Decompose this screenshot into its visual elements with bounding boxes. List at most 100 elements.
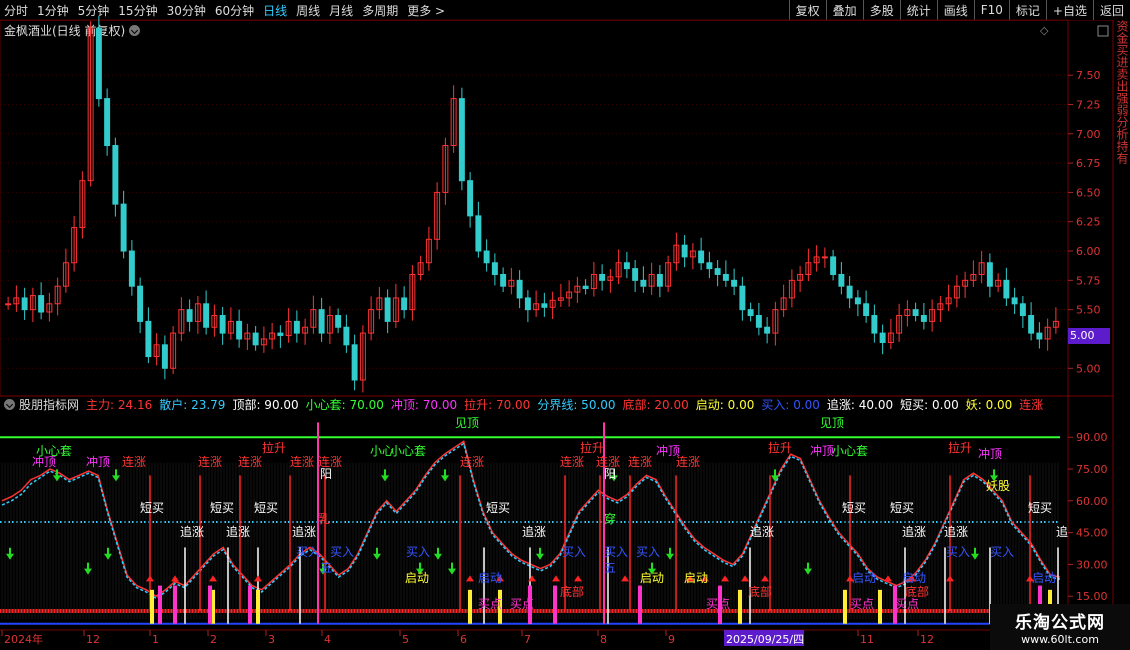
candle-body <box>128 250 135 287</box>
candle-body <box>335 315 342 328</box>
signal-label: 追涨 <box>902 524 926 539</box>
indicator-legend-item: 短买: 0.00 <box>900 397 959 412</box>
candle-body <box>830 256 837 275</box>
candle-body <box>318 309 325 334</box>
candle-body <box>236 320 243 340</box>
indicator-tick-label: 30.00 <box>1076 558 1108 571</box>
signal-label: 启动 <box>1032 571 1056 585</box>
price-tick-label: 7.50 <box>1076 69 1101 82</box>
candle-body <box>491 262 498 275</box>
candle-body <box>516 279 523 299</box>
candle-body <box>698 250 705 264</box>
signal-label: 阳 <box>604 467 616 481</box>
candle-body <box>640 279 647 287</box>
indicator-legend-item: 拉升: 70.00 <box>464 397 531 412</box>
candle-body <box>656 273 663 287</box>
indicator-legend-item: 连涨 <box>1019 397 1044 412</box>
signal-label: 五 <box>604 561 616 575</box>
signal-label: 拉升 <box>948 440 972 455</box>
signal-label: 底部 <box>905 584 929 599</box>
signal-label: 短买 <box>890 501 914 515</box>
price-candlestick-chart[interactable]: ◇7.507.257.006.756.506.256.005.755.505.2… <box>0 0 1130 650</box>
green-down-arrow-icon <box>971 547 979 560</box>
x-tick-label: 4 <box>324 633 331 646</box>
signal-label: 底部 <box>560 584 584 599</box>
signal-label: 连涨 <box>122 454 146 469</box>
red-up-arrow-icon <box>171 575 179 582</box>
candle-body <box>623 262 630 270</box>
diamond-icon: ◇ <box>1040 24 1049 37</box>
x-tick-label: 2 <box>210 633 217 646</box>
candle-body <box>747 309 754 317</box>
x-tick-label: 3 <box>268 633 275 646</box>
signal-bar <box>878 589 882 624</box>
x-tick-label: 6 <box>460 633 467 646</box>
red-up-arrow-icon <box>761 575 769 582</box>
candle-body <box>879 332 886 343</box>
signal-label: 买点 <box>850 597 874 611</box>
signal-label: 乳 <box>318 512 330 526</box>
signal-label: 追涨 <box>180 524 204 539</box>
candle-body <box>524 297 531 311</box>
candle-body <box>500 273 507 287</box>
indicator-legend-item: 分界线: 50.00 <box>537 397 616 412</box>
chevron-down-icon[interactable] <box>4 398 15 410</box>
candle-body <box>186 309 193 322</box>
signal-bar <box>150 589 154 624</box>
signal-label: 拉升 <box>768 440 792 455</box>
signal-label: 妖股 <box>986 479 1010 493</box>
indicator-tick-label: 75.00 <box>1076 463 1108 476</box>
candle-body <box>219 315 226 334</box>
price-tick-label: 7.00 <box>1076 128 1101 141</box>
indicator-legend-item: 小心套: 70.00 <box>305 397 384 412</box>
candle-body <box>351 344 358 381</box>
x-tick-label: 2024年 <box>4 632 43 646</box>
candle-body <box>38 295 45 313</box>
signal-label: 买入 <box>604 545 628 559</box>
indicator-legend-item: 散户: 23.79 <box>159 397 226 412</box>
signal-label: 见顶 <box>820 416 844 430</box>
green-down-arrow-icon <box>666 547 674 560</box>
signal-label: 小心套 <box>390 444 426 458</box>
signal-label: 买点 <box>510 597 534 611</box>
candle-body <box>95 27 102 100</box>
signal-label: 买入 <box>406 545 430 559</box>
red-up-arrow-icon <box>254 575 262 582</box>
signal-label: 短买 <box>1028 501 1052 515</box>
candle-body <box>681 244 688 258</box>
green-down-arrow-icon <box>104 547 112 560</box>
indicator-tick-label: 45.00 <box>1076 527 1108 540</box>
indicator-legend-item: 主力: 24.16 <box>86 397 153 412</box>
indicator-tick-label: 60.00 <box>1076 495 1108 508</box>
signal-label: 买点 <box>478 597 502 611</box>
indicator-name: 股朋指标网 <box>19 397 80 412</box>
signal-label: 买入 <box>330 545 354 559</box>
signal-bar <box>173 585 177 624</box>
candle-body <box>5 303 12 306</box>
watermark-logo: 乐淘公式网 www.60lt.com <box>990 604 1130 650</box>
candle-body <box>739 285 746 311</box>
candle-body <box>920 315 927 322</box>
signal-label: 追涨 <box>226 524 250 539</box>
price-tick-label: 6.75 <box>1076 157 1101 170</box>
candle-body <box>343 326 350 346</box>
candle-body <box>731 279 738 287</box>
candle-body <box>104 98 111 147</box>
price-tick-label: 6.00 <box>1076 245 1101 258</box>
candle-body <box>277 332 284 336</box>
red-up-arrow-icon <box>884 575 892 582</box>
signal-label: 启动 <box>478 571 502 585</box>
candle-body <box>483 250 490 264</box>
price-tick-label: 6.50 <box>1076 186 1101 199</box>
candle-body <box>722 273 729 281</box>
candle-body <box>755 315 762 328</box>
signal-label: 短买 <box>210 501 234 515</box>
signal-label: 追涨 <box>292 524 316 539</box>
signal-label: 启动 <box>852 571 876 585</box>
price-pane-frame <box>0 19 1069 397</box>
signal-label: 启动 <box>902 571 926 585</box>
signal-label: 冲顶 <box>32 454 56 469</box>
signal-label: 买点 <box>895 597 919 611</box>
x-tick-label: 8 <box>600 633 607 646</box>
price-tick-label: 5.75 <box>1076 274 1101 287</box>
